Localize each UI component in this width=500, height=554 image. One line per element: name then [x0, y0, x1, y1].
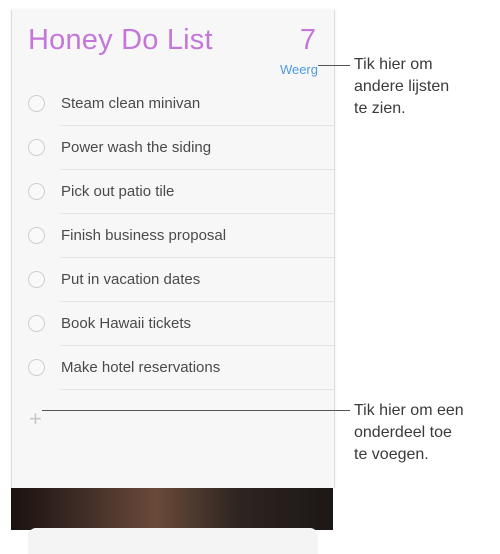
checkbox-circle-icon[interactable]: [28, 271, 45, 288]
callout-leader-line: [42, 410, 350, 411]
callout-line-text: te voegen.: [354, 446, 429, 463]
reminder-label[interactable]: Steam clean minivan: [61, 95, 200, 112]
checkbox-circle-icon[interactable]: [28, 227, 45, 244]
list-item: Steam clean minivan: [12, 82, 334, 126]
reminders-list-panel: Honey Do List 7 Weerg Steam clean miniva…: [11, 10, 335, 488]
callout-line-text: Tik hier om een: [354, 402, 464, 419]
reminder-label[interactable]: Finish business proposal: [61, 227, 226, 244]
checkbox-circle-icon[interactable]: [28, 183, 45, 200]
checkbox-circle-icon[interactable]: [28, 315, 45, 332]
divider: [60, 389, 334, 390]
list-item: Power wash the siding: [12, 126, 334, 170]
callout-add-text: Tik hier om een onderdeel toe te voegen.: [354, 400, 464, 466]
next-list-card[interactable]: [28, 528, 318, 554]
checkbox-circle-icon[interactable]: [28, 95, 45, 112]
background-photo-strip: [11, 488, 333, 530]
reminder-label[interactable]: Make hotel reservations: [61, 359, 220, 376]
callout-line-text: te zien.: [354, 100, 406, 117]
callout-leader-line: [318, 65, 350, 66]
list-item: Pick out patio tile: [12, 170, 334, 214]
show-lists-button[interactable]: Weerg: [280, 62, 318, 77]
reminder-label[interactable]: Power wash the siding: [61, 139, 211, 156]
reminder-items: Steam clean minivan Power wash the sidin…: [12, 82, 334, 390]
callout-lists-text: Tik hier om andere lijsten te zien.: [354, 54, 449, 120]
list-item: Finish business proposal: [12, 214, 334, 258]
callout-line-text: Tik hier om: [354, 56, 433, 73]
reminder-label[interactable]: Pick out patio tile: [61, 183, 174, 200]
item-count: 7: [299, 24, 316, 56]
list-item: Make hotel reservations: [12, 346, 334, 390]
list-item: Book Hawaii tickets: [12, 302, 334, 346]
reminder-label[interactable]: Book Hawaii tickets: [61, 315, 191, 332]
checkbox-circle-icon[interactable]: [28, 139, 45, 156]
callout-line-text: andere lijsten: [354, 78, 450, 95]
plus-icon[interactable]: +: [29, 408, 42, 430]
callout-line-text: onderdeel toe: [354, 424, 452, 441]
checkbox-circle-icon[interactable]: [28, 359, 45, 376]
reminder-label[interactable]: Put in vacation dates: [61, 271, 200, 288]
list-title: Honey Do List: [28, 24, 213, 56]
list-item: Put in vacation dates: [12, 258, 334, 302]
